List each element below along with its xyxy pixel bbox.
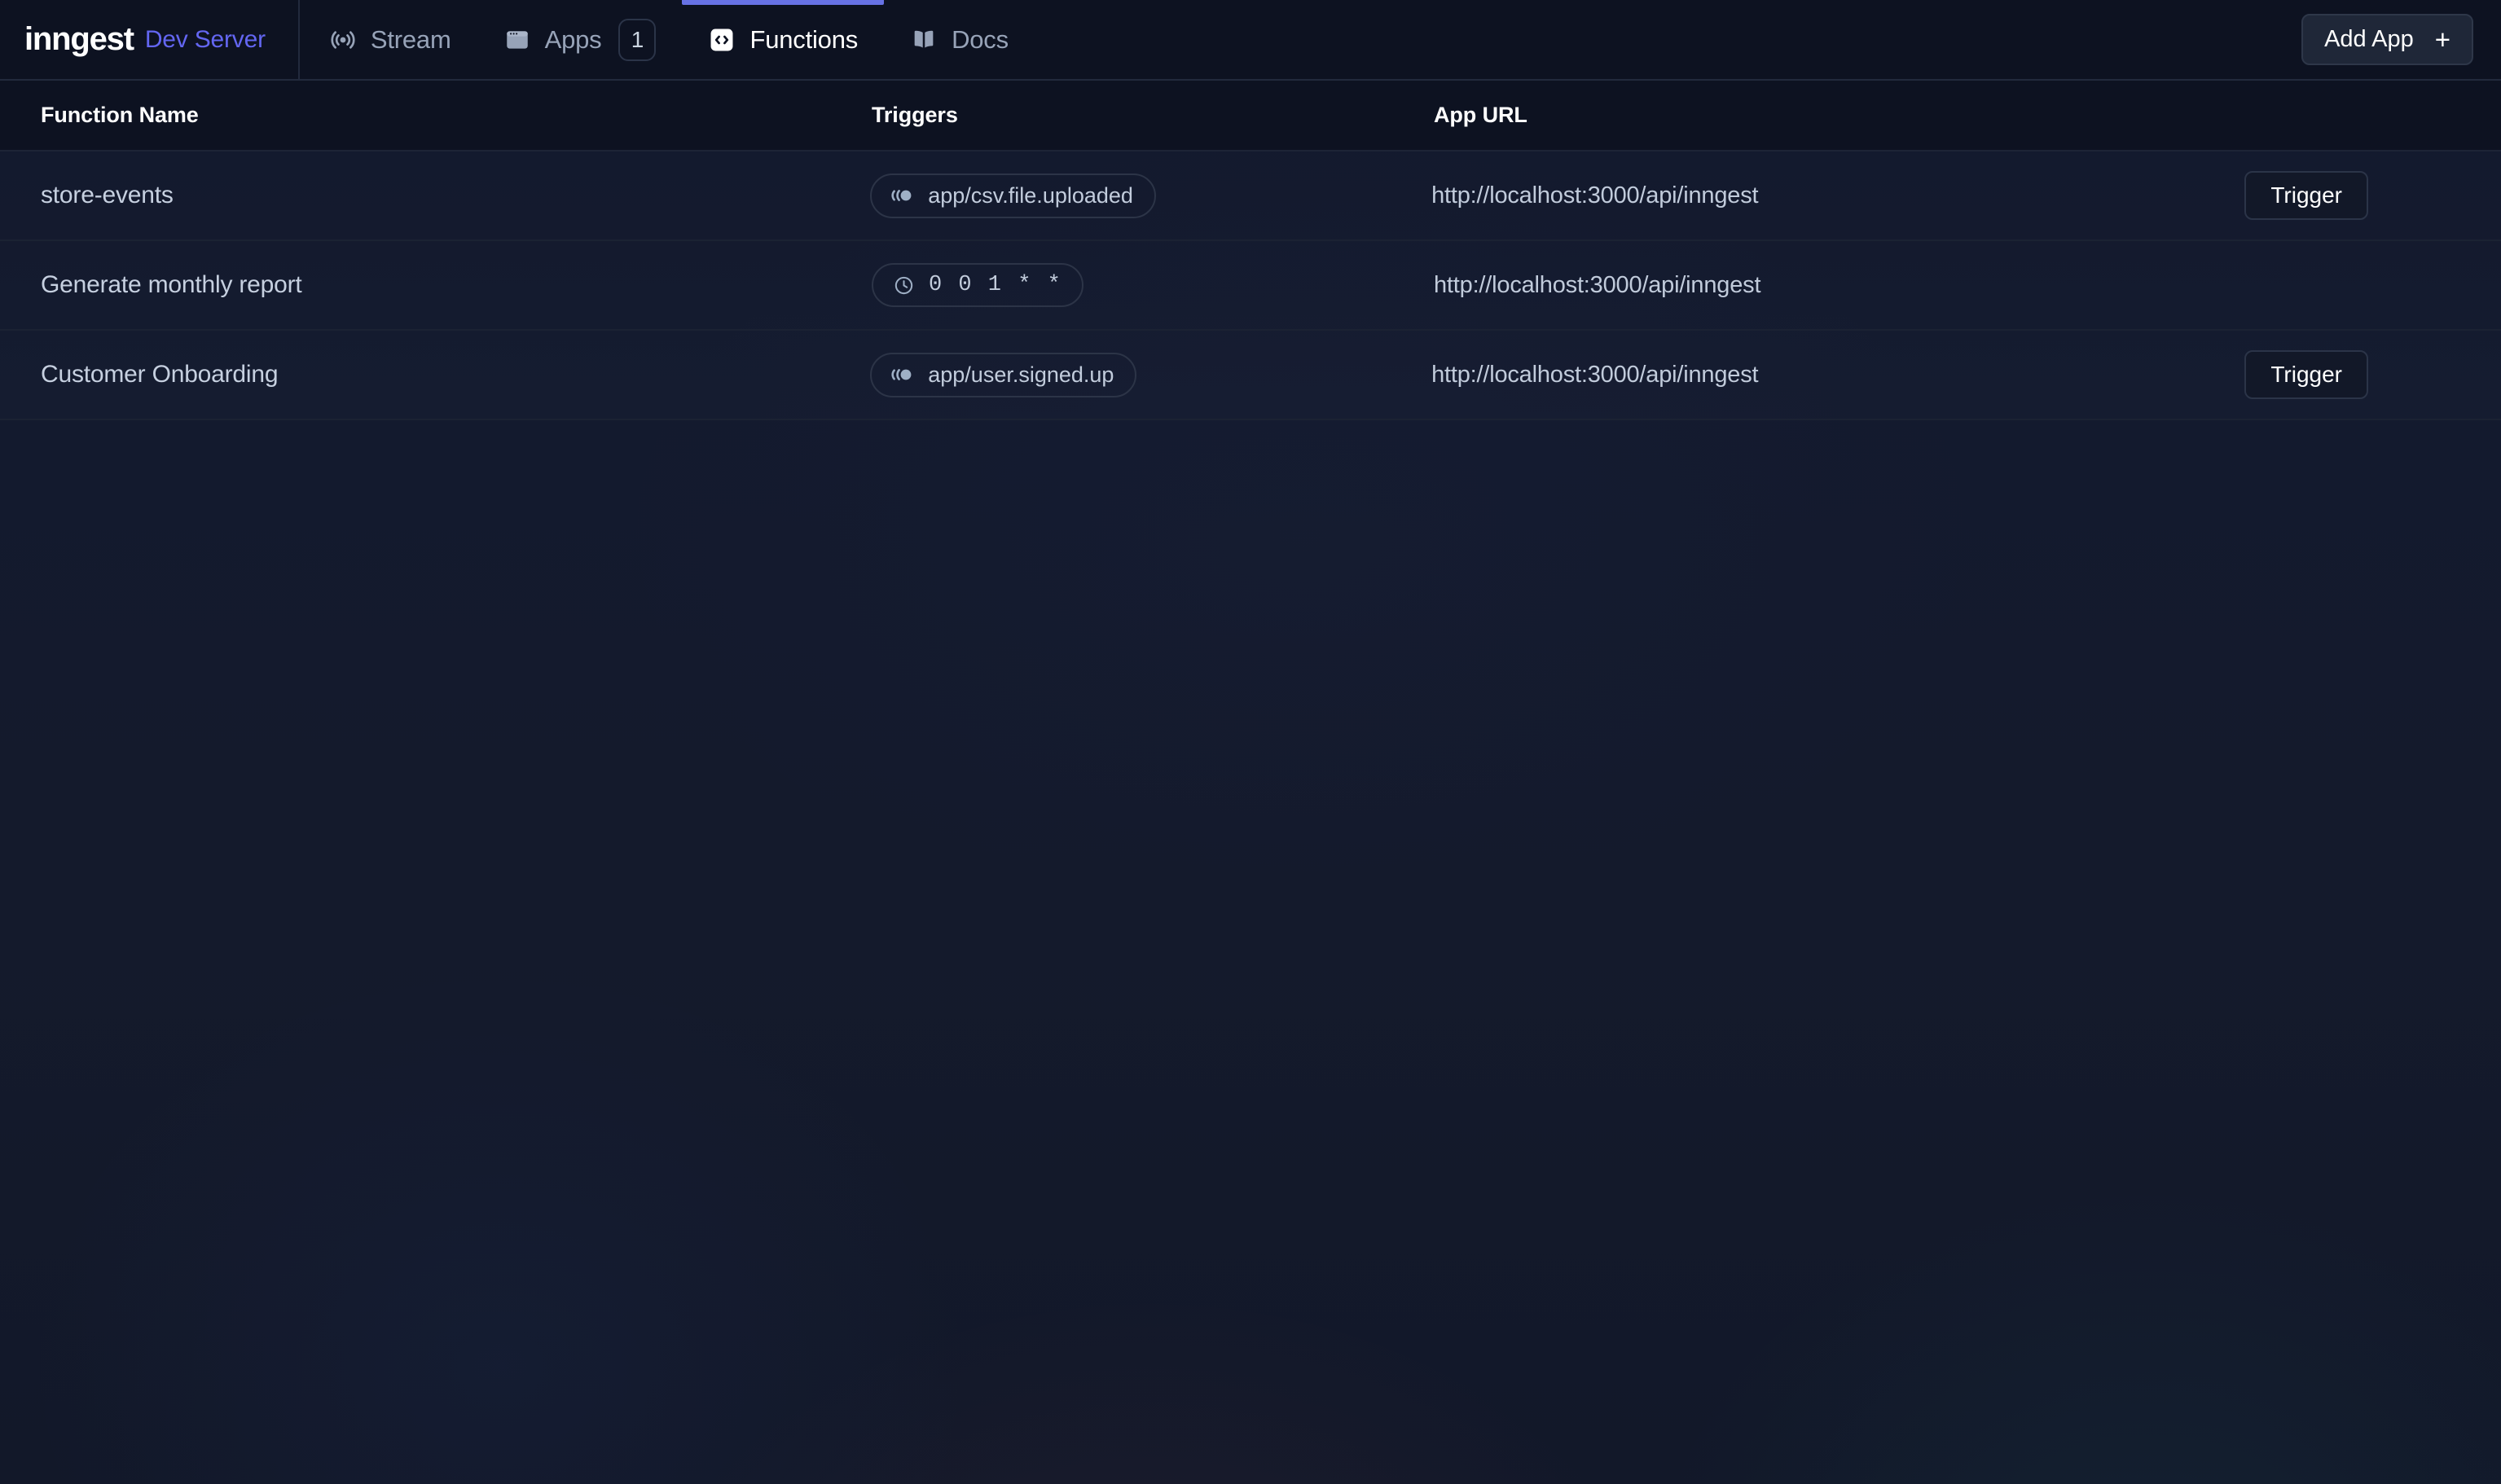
- cell-app-url: http://localhost:3000/api/inngest: [1431, 182, 2244, 209]
- table-header-row: Function Name Triggers App URL: [0, 81, 2501, 151]
- brand-logo[interactable]: inngest Dev Server: [0, 0, 300, 80]
- nav-tab-functions-label: Functions: [749, 24, 859, 54]
- top-navbar: inngest Dev Server Stream Apps 1 Functio…: [0, 0, 2501, 81]
- function-name-link[interactable]: Generate monthly report: [41, 271, 302, 298]
- cell-triggers: app/user.signed.up: [870, 352, 1431, 397]
- cell-function-name: store-events: [0, 182, 870, 209]
- navbar-right-actions: Add App +: [2301, 14, 2501, 65]
- trigger-pill-event[interactable]: app/user.signed.up: [870, 352, 1137, 397]
- trigger-pill-event[interactable]: app/csv.file.uploaded: [870, 173, 1156, 218]
- cell-function-name: Generate monthly report: [0, 271, 872, 299]
- brand-subtitle: Dev Server: [144, 25, 266, 53]
- column-header-triggers: Triggers: [872, 103, 958, 127]
- trigger-pill-cron[interactable]: 0 0 1 * *: [872, 263, 1083, 307]
- cell-app-url: http://localhost:3000/api/inngest: [1431, 362, 2244, 389]
- table-row[interactable]: Generate monthly report 0 0 1 * * http:/…: [0, 241, 2501, 331]
- nav-tab-docs[interactable]: Docs: [884, 0, 1035, 80]
- cell-function-name: Customer Onboarding: [0, 361, 870, 389]
- dev-server-app: inngest Dev Server Stream Apps 1 Functio…: [0, 0, 2501, 1484]
- trigger-pill-label: 0 0 1 * *: [929, 273, 1062, 297]
- add-app-label: Add App: [2324, 26, 2414, 52]
- app-url-text: http://localhost:3000/api/inngest: [1434, 271, 1761, 298]
- clock-icon: [893, 274, 915, 296]
- table-row[interactable]: Customer Onboarding app/user.signed.up h…: [0, 331, 2501, 420]
- add-app-button[interactable]: Add App +: [2301, 14, 2473, 65]
- trigger-pill-label: app/user.signed.up: [928, 362, 1114, 387]
- app-url-text: http://localhost:3000/api/inngest: [1431, 361, 1759, 388]
- cell-action: Trigger: [2244, 350, 2501, 399]
- cell-action: Trigger: [2244, 171, 2501, 220]
- functions-table: Function Name Triggers App URL store-eve…: [0, 81, 2501, 420]
- app-url-text: http://localhost:3000/api/inngest: [1431, 182, 1759, 209]
- nav-tab-apps-label: Apps: [544, 24, 602, 54]
- event-icon: [890, 187, 914, 204]
- nav-tabs: Stream Apps 1 Functions Docs: [303, 0, 1035, 80]
- book-icon: [910, 26, 938, 54]
- nav-tab-functions[interactable]: Functions: [682, 0, 884, 80]
- cell-app-url: http://localhost:3000/api/inngest: [1434, 272, 2248, 299]
- code-icon: [708, 26, 736, 54]
- function-name-link[interactable]: store-events: [41, 182, 174, 209]
- trigger-button[interactable]: Trigger: [2244, 171, 2368, 220]
- trigger-pill-label: app/csv.file.uploaded: [928, 182, 1133, 208]
- nav-tab-apps[interactable]: Apps 1: [477, 0, 683, 80]
- nav-tab-stream[interactable]: Stream: [303, 0, 477, 80]
- column-header-app-url: App URL: [1434, 103, 1527, 127]
- event-icon: [890, 366, 914, 384]
- trigger-button[interactable]: Trigger: [2244, 350, 2368, 399]
- table-row[interactable]: store-events app/csv.file.uploaded http:…: [0, 151, 2501, 241]
- nav-tab-stream-label: Stream: [370, 24, 451, 54]
- cell-triggers: 0 0 1 * *: [872, 263, 1434, 307]
- plus-icon: +: [2434, 24, 2450, 55]
- column-header-function-name: Function Name: [41, 103, 199, 127]
- function-name-link[interactable]: Customer Onboarding: [41, 361, 279, 388]
- brand-wordmark: inngest: [24, 21, 134, 57]
- cell-triggers: app/csv.file.uploaded: [870, 173, 1431, 218]
- broadcast-icon: [329, 26, 357, 54]
- window-icon: [503, 26, 531, 54]
- nav-tab-docs-label: Docs: [952, 24, 1009, 54]
- apps-count-badge: 1: [618, 18, 657, 61]
